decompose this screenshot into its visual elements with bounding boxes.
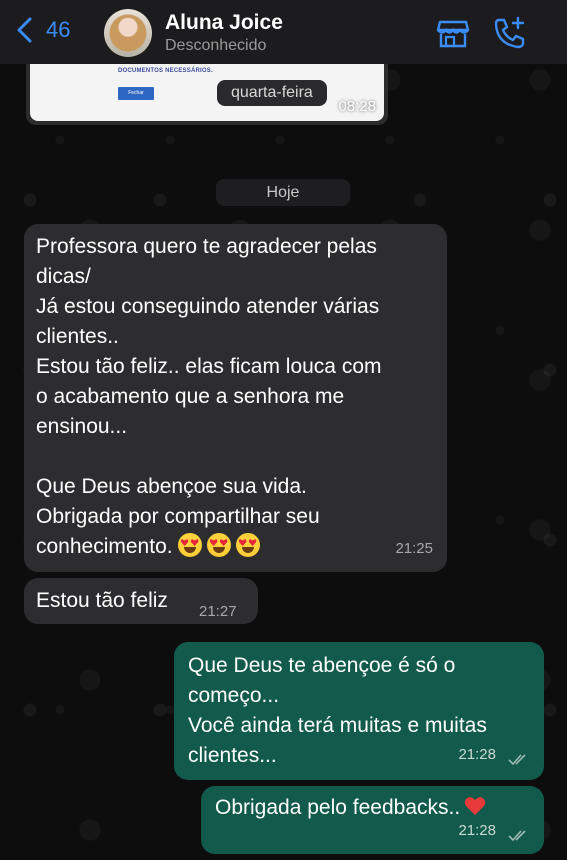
- chevron-left-icon: [17, 17, 32, 43]
- chat-header: 46 Aluna Joice Desconhecido: [0, 0, 567, 64]
- avatar[interactable]: [104, 9, 152, 57]
- message-text: Professora quero te agradecer pelas dica…: [36, 232, 435, 562]
- incoming-message[interactable]: Professora quero te agradecer pelas dica…: [24, 224, 447, 572]
- message-time: 21:25: [395, 540, 433, 557]
- date-separator: Hoje: [216, 179, 350, 206]
- incoming-message[interactable]: Estou tão feliz 21:27: [24, 578, 258, 624]
- image-doc-button: Fechar: [118, 87, 154, 100]
- back-button[interactable]: 46: [14, 16, 70, 44]
- image-doc-text: DOCUMENTOS NECESSÁRIOS.: [118, 68, 213, 74]
- outgoing-message[interactable]: Que Deus te abençoe é só o começo... Voc…: [174, 642, 544, 780]
- red-heart-emoji-icon: [464, 797, 486, 815]
- message-body: Obrigada pelo feedbacks..: [215, 796, 461, 819]
- heart-eyes-emoji-icon: [206, 533, 231, 557]
- add-call-icon[interactable]: [491, 14, 529, 52]
- contact-status: Desconhecido: [165, 37, 267, 54]
- day-separator: quarta-feira: [217, 80, 327, 106]
- message-time: 21:28: [458, 746, 496, 763]
- store-icon[interactable]: [434, 14, 472, 52]
- message-time: 08:28: [338, 98, 376, 115]
- unread-count: 46: [46, 17, 71, 42]
- read-receipt-icon: [508, 754, 526, 766]
- message-body: Professora quero te agradecer pelas dica…: [36, 235, 382, 558]
- outgoing-message[interactable]: Obrigada pelo feedbacks.. 21:28: [201, 786, 544, 854]
- heart-eyes-emoji-icon: [235, 533, 260, 557]
- read-receipt-icon: [508, 830, 526, 842]
- heart-eyes-emoji-icon: [177, 533, 202, 557]
- message-time: 21:27: [199, 603, 237, 620]
- contact-name[interactable]: Aluna Joice: [165, 11, 283, 35]
- message-time: 21:28: [458, 822, 496, 839]
